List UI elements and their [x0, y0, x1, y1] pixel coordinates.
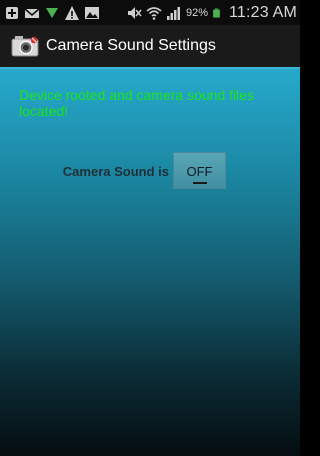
- warning-icon: [65, 5, 79, 20]
- battery-icon: [213, 8, 220, 17]
- signal-arrows-icon: [46, 7, 58, 18]
- camera-sound-toggle-button[interactable]: OFF: [173, 152, 226, 189]
- cell-signal-icon: [166, 6, 180, 20]
- camera-sound-label: Camera Sound is: [62, 164, 169, 179]
- status-right-icons: 92% 11:23 AM: [126, 4, 300, 22]
- status-left-icons: [0, 5, 100, 21]
- mail-icon: [24, 7, 40, 18]
- status-message: Device rooted and camera sound files loc…: [19, 87, 255, 119]
- clock: 11:23 AM: [228, 3, 297, 21]
- status-bar: 92% 11:23 AM: [0, 0, 300, 25]
- toggle-indicator: [193, 182, 207, 184]
- toggle-label: OFF: [186, 164, 213, 179]
- battery-percent: 92%: [185, 6, 208, 19]
- wifi-icon: [146, 6, 162, 20]
- action-bar: Camera Sound Settings: [0, 25, 300, 68]
- camera-icon: [11, 36, 39, 57]
- gallery-icon: [85, 6, 99, 19]
- plus-icon: [6, 6, 18, 19]
- camera-sound-row: Camera Sound is OFF: [0, 152, 300, 190]
- app-title: Camera Sound Settings: [46, 37, 216, 54]
- mute-icon: [127, 6, 142, 19]
- main-content: Device rooted and camera sound files loc…: [0, 67, 300, 456]
